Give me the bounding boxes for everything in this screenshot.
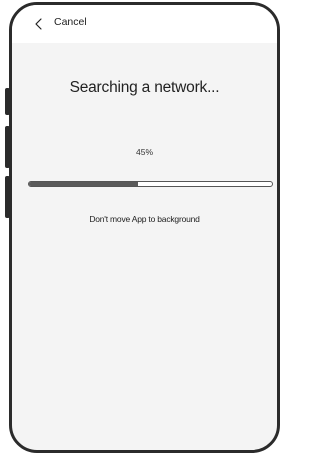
phone-screen: Cancel Searching a network... 45% Don't …: [9, 2, 280, 453]
cancel-button[interactable]: Cancel: [54, 16, 87, 28]
background-warning-text: Don't move App to background: [89, 214, 200, 224]
progress-percentage: 45%: [135, 147, 153, 157]
page-title: Searching a network...: [69, 79, 220, 96]
progress-bar: [28, 181, 273, 187]
chevron-left-icon[interactable]: [33, 17, 45, 31]
progress-bar-fill: [29, 182, 139, 186]
navigation-bar: Cancel: [12, 5, 277, 43]
